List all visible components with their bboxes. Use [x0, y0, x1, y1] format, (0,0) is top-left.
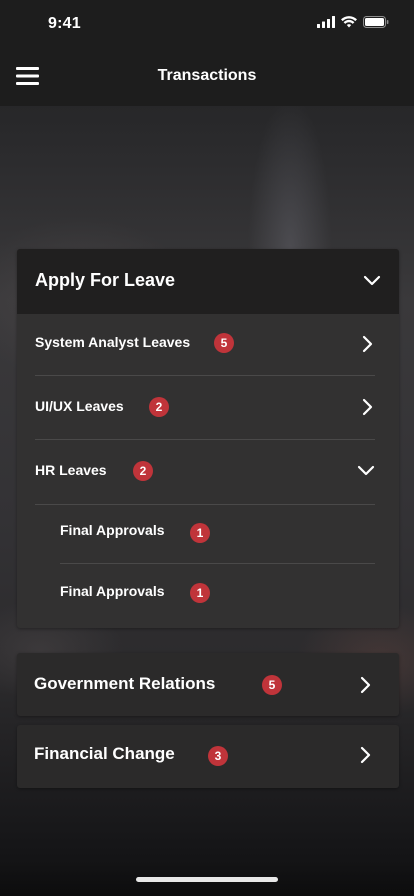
sub-row-label: Final Approvals: [60, 583, 165, 599]
chevron-right-icon: [362, 398, 373, 416]
apply-for-leave-card: Apply For Leave System Analyst Leaves 5 …: [17, 249, 399, 628]
leave-row-system-analyst[interactable]: System Analyst Leaves 5: [17, 314, 399, 376]
app-header: Transactions: [0, 48, 414, 106]
sub-row-final-approvals[interactable]: Final Approvals 1: [17, 505, 399, 563]
home-indicator: [136, 877, 278, 882]
chevron-down-icon: [363, 275, 381, 286]
count-badge: 3: [208, 746, 228, 766]
battery-icon: [363, 16, 389, 28]
sub-row-label: Final Approvals: [60, 522, 165, 538]
leave-row-ui-ux[interactable]: UI/UX Leaves 2: [17, 376, 399, 439]
apply-for-leave-header[interactable]: Apply For Leave: [17, 249, 399, 314]
government-relations-title: Government Relations: [34, 674, 216, 693]
chevron-right-icon: [360, 676, 371, 694]
apply-for-leave-title: Apply For Leave: [35, 270, 176, 290]
government-relations-card[interactable]: Government Relations 5: [17, 653, 399, 716]
chevron-right-icon: [362, 335, 373, 353]
financial-change-card[interactable]: Financial Change 3: [17, 725, 399, 788]
sub-row-final-approvals[interactable]: Final Approvals 1: [17, 564, 399, 624]
leave-row-label: UI/UX Leaves: [35, 398, 124, 414]
leave-row-label: HR Leaves: [35, 462, 107, 478]
count-badge: 1: [190, 583, 210, 603]
page-title: Transactions: [157, 67, 257, 84]
financial-change-title: Financial Change: [34, 744, 175, 763]
count-badge: 5: [214, 333, 234, 353]
wifi-icon: [341, 16, 357, 28]
leave-row-label: System Analyst Leaves: [35, 334, 191, 350]
leave-row-hr[interactable]: HR Leaves 2: [17, 440, 399, 504]
chevron-right-icon: [360, 746, 371, 764]
status-time: 9:41: [48, 15, 81, 32]
count-badge: 2: [133, 461, 153, 481]
chevron-down-icon: [357, 465, 375, 476]
count-badge: 1: [190, 523, 210, 543]
status-icons: [317, 16, 389, 28]
cellular-signal-icon: [317, 16, 335, 28]
count-badge: 2: [149, 397, 169, 417]
status-bar: 9:41: [0, 0, 414, 48]
count-badge: 5: [262, 675, 282, 695]
